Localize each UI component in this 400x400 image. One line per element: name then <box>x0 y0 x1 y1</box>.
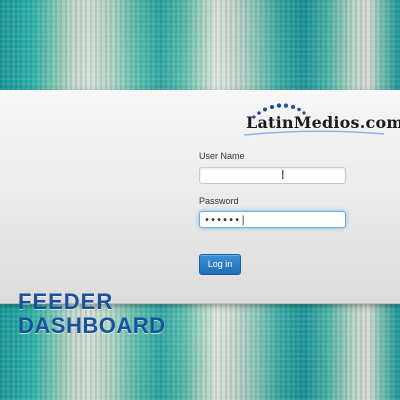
logo-swoosh-icon <box>243 130 385 136</box>
title-line-2: DASHBOARD <box>18 313 166 338</box>
password-input[interactable]: ••••••| <box>199 211 346 228</box>
username-label: User Name <box>199 151 245 161</box>
text-cursor-icon: I <box>281 168 285 182</box>
password-label: Password <box>199 196 239 206</box>
title-line-1: FEEDER <box>18 289 114 314</box>
login-button[interactable]: Log in <box>199 254 241 275</box>
feeder-dashboard-title: FEEDER DASHBOARD <box>18 291 166 337</box>
latinmedios-logo: LatinMedios.com® <box>240 101 400 136</box>
username-input[interactable] <box>199 167 346 184</box>
